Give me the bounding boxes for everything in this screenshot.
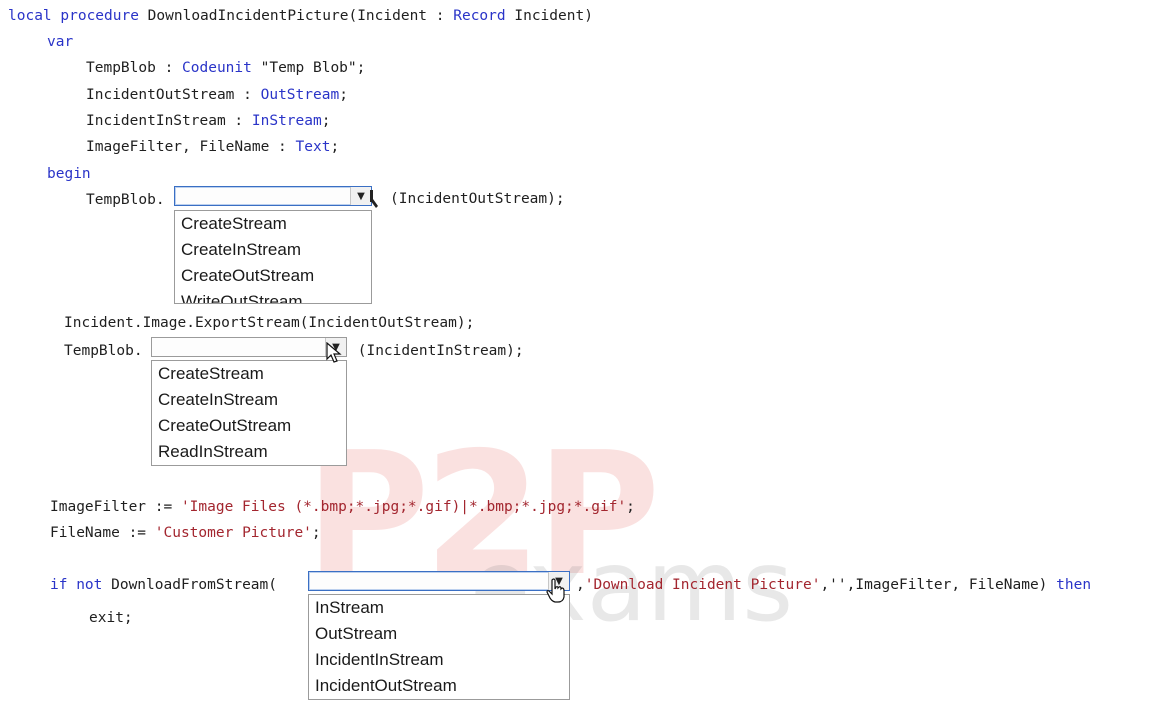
decl-type: Codeunit <box>182 60 252 76</box>
function-args: ,'',ImageFilter, FileName) <box>820 577 1057 593</box>
tempblob-call-1-args: (IncidentOutStream); <box>390 191 565 207</box>
stream-dropdown-3-list: InStream OutStream IncidentInStream Inci… <box>308 594 570 700</box>
method-dropdown-1[interactable]: ▼ <box>174 186 372 206</box>
string-literal: 'Image Files (*.bmp;*.jpg;*.gif)|*.bmp;*… <box>180 499 627 515</box>
procedure-name: DownloadIncidentPicture(Incident : <box>138 8 454 24</box>
semicolon: ; <box>626 499 635 515</box>
decl-name: TempBlob : <box>86 60 183 76</box>
tempblob-call-2-prefix: TempBlob. <box>64 343 143 359</box>
dropdown-option[interactable]: CreateStream <box>175 211 371 237</box>
cursor-icon <box>370 190 378 208</box>
decl-rest: ; <box>330 139 340 155</box>
file-name-line: FileName := 'Customer Picture'; <box>50 524 321 542</box>
tempblob-call-2-args: (IncidentInStream); <box>349 343 524 359</box>
dropdown-option[interactable]: CreateOutStream <box>152 413 346 439</box>
dropdown-option[interactable]: IncidentOutStream <box>309 673 569 699</box>
method-dropdown-1-list: CreateStream CreateInStream CreateOutStr… <box>174 210 372 304</box>
method-dropdown-2[interactable]: ▼ <box>151 337 347 357</box>
procedure-signature: local procedure DownloadIncidentPicture(… <box>8 7 593 25</box>
dropdown-option[interactable]: WriteOutStream <box>175 289 371 303</box>
keyword: if not <box>50 577 103 593</box>
var-declaration: IncidentOutStream : OutStream; <box>86 86 348 104</box>
exit-line: exit; <box>89 610 133 626</box>
assign-target: ImageFilter := <box>50 499 181 515</box>
assign-target: FileName := <box>50 525 155 541</box>
decl-name: ImageFilter, FileName : <box>86 139 296 155</box>
string-literal: 'Download Incident Picture' <box>584 577 821 593</box>
var-declaration: IncidentInStream : InStream; <box>86 112 330 130</box>
decl-name: IncidentInStream : <box>86 113 252 129</box>
keyword: then <box>1056 577 1092 593</box>
semicolon: ; <box>311 525 321 541</box>
tempblob-call-1-prefix: TempBlob. <box>86 192 165 208</box>
function-call: DownloadFromStream( <box>102 577 277 593</box>
var-declaration: TempBlob : Codeunit "Temp Blob"; <box>86 59 365 77</box>
var-keyword: var <box>47 34 74 50</box>
stream-dropdown-3[interactable]: ▼ <box>308 571 570 591</box>
decl-type: OutStream <box>260 87 340 103</box>
if-download-args: ,'Download Incident Picture','',ImageFil… <box>576 576 1091 594</box>
string-literal: 'Customer Picture' <box>154 525 312 541</box>
dropdown-option[interactable]: CreateOutStream <box>175 263 371 289</box>
record-name: Incident) <box>505 8 593 24</box>
keyword: Record <box>453 8 506 24</box>
decl-name: IncidentOutStream : <box>86 87 261 103</box>
hand-cursor-icon <box>546 578 565 603</box>
if-download-prefix: if not DownloadFromStream( <box>50 576 277 594</box>
dropdown-option[interactable]: InStream <box>309 595 569 621</box>
image-filter-line: ImageFilter := 'Image Files (*.bmp;*.jpg… <box>50 498 635 516</box>
dropdown-option[interactable]: CreateInStream <box>152 387 346 413</box>
dropdown-option[interactable]: IncidentInStream <box>309 647 569 673</box>
dropdown-option[interactable]: OutStream <box>309 621 569 647</box>
begin-keyword: begin <box>47 166 91 182</box>
export-stream-line: Incident.Image.ExportStream(IncidentOutS… <box>64 315 475 331</box>
dropdown-option[interactable]: CreateInStream <box>175 237 371 263</box>
decl-rest: ; <box>339 87 348 103</box>
decl-type: Text <box>295 139 331 155</box>
keyword: local procedure <box>8 8 139 24</box>
decl-rest: ; <box>321 113 331 129</box>
dropdown-option[interactable]: ReadInStream <box>152 439 346 465</box>
method-dropdown-2-list: CreateStream CreateInStream CreateOutStr… <box>151 360 347 466</box>
var-declaration: ImageFilter, FileName : Text; <box>86 138 339 156</box>
comma: , <box>576 577 585 593</box>
dropdown-option[interactable]: CreateStream <box>152 361 346 387</box>
decl-type: InStream <box>251 113 322 129</box>
decl-rest: "Temp Blob"; <box>251 60 366 76</box>
pointer-cursor-icon <box>326 342 342 363</box>
